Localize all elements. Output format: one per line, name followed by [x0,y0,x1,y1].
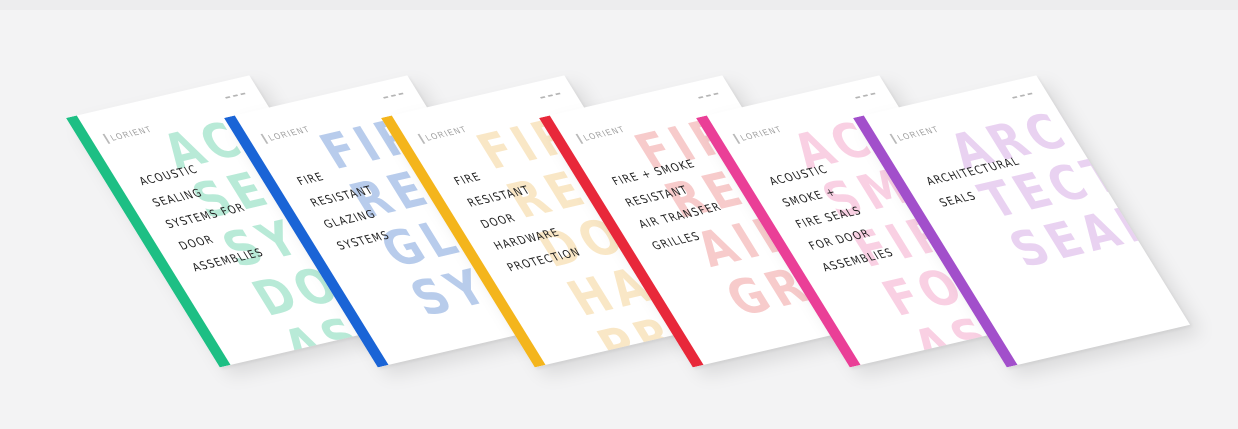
brand-logo: LORIENT [102,123,155,144]
corner-mark: ▬ ▬ ▬ [223,90,248,101]
corner-mark: ▬ ▬ ▬ [381,90,406,101]
brochure-fan: LORIENT ▬ ▬ ▬ ACO SEAL SYS DOO ASS ACOUS… [0,0,1238,429]
corner-mark: ▬ ▬ ▬ [538,90,563,101]
corner-mark: ▬ ▬ ▬ [853,90,878,101]
corner-mark: ▬ ▬ ▬ [696,90,721,101]
corner-mark: ▬ ▬ ▬ [1010,90,1035,101]
brand-logo: LORIENT [575,123,628,144]
brand-logo: LORIENT [732,123,785,144]
brand-logo: LORIENT [260,123,313,144]
brand-logo: LORIENT [417,123,470,144]
brand-logo: LORIENT [889,123,942,144]
